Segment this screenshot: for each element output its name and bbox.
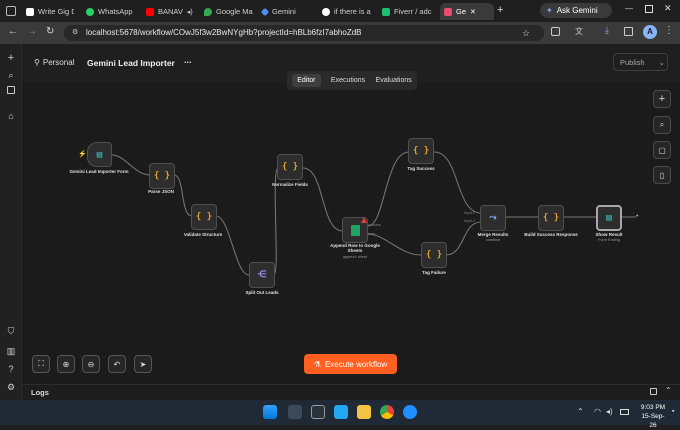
- node-sub-show: Form Ending: [598, 238, 620, 242]
- clock-date: 15-Sep-26: [641, 413, 665, 429]
- node-label-normalize: Normalize Fields: [272, 182, 308, 187]
- taskbar-clock[interactable]: 9:03 PM 15-Sep-26: [638, 403, 668, 430]
- node-label-split: Split Out Leads: [245, 290, 279, 295]
- panel-toggle-button[interactable]: ▯: [653, 166, 671, 184]
- add-node-button[interactable]: +: [653, 90, 671, 108]
- edge-label-error: error: [368, 232, 376, 236]
- node-label-append: Append Row to Google Sheets: [330, 243, 380, 253]
- node-build-response[interactable]: { }: [538, 205, 564, 231]
- node-parse-json[interactable]: { }: [149, 163, 175, 189]
- merge-icon: ⤳: [489, 213, 497, 223]
- sticky-note-button[interactable]: ▢: [653, 141, 671, 159]
- os-taskbar: ⌃ ◠ ◂) 9:03 PM 15-Sep-26 ▪: [0, 400, 680, 429]
- node-label-tagfailure: Tag Failure: [422, 270, 446, 275]
- google-sheets-icon: [350, 224, 360, 236]
- node-label-show: Show Result: [595, 232, 623, 237]
- node-show-result[interactable]: ▤: [596, 205, 622, 231]
- node-split-out[interactable]: ⋲: [249, 262, 275, 288]
- chrome-icon[interactable]: [380, 405, 394, 419]
- windows-start-icon[interactable]: [263, 405, 277, 419]
- node-validate-structure[interactable]: { }: [191, 204, 217, 230]
- clipboard-icon: ▤: [606, 213, 612, 223]
- zoom-out-button[interactable]: ⊖: [82, 355, 100, 373]
- logs-label: Logs: [31, 388, 49, 397]
- node-form-trigger[interactable]: ▤: [87, 142, 112, 167]
- notifications-icon[interactable]: ▪: [672, 408, 674, 415]
- output-connector-icon[interactable]: •: [636, 213, 638, 220]
- edge-label-input2: Input 2: [464, 219, 475, 223]
- node-label-parse: Parse JSON: [148, 189, 174, 194]
- node-tag-success[interactable]: { }: [408, 138, 434, 164]
- clock-time: 9:03 PM: [640, 404, 666, 411]
- edge-label-input1: Input 1: [464, 211, 475, 215]
- node-merge-results[interactable]: ⤳: [480, 205, 506, 231]
- canvas-search-button[interactable]: ⌕: [653, 116, 671, 134]
- zoom-in-button[interactable]: ⊕: [57, 355, 75, 373]
- clipboard-icon: ▤: [96, 149, 103, 160]
- search-taskbar-icon[interactable]: [288, 405, 302, 419]
- execute-workflow-button[interactable]: ⚗ Execute workflow: [304, 354, 397, 374]
- node-normalize-fields[interactable]: { }: [277, 154, 303, 180]
- node-sub-append: append: sheet: [342, 255, 368, 259]
- volume-icon[interactable]: ◂): [606, 407, 613, 416]
- trigger-lightning-icon: ⚡: [78, 151, 87, 158]
- task-view-icon[interactable]: [311, 405, 325, 419]
- node-label-form: Gemini Lead Importer Form: [69, 169, 129, 174]
- tray-chevron-icon[interactable]: ⌃: [577, 407, 584, 416]
- undo-button[interactable]: ↶: [108, 355, 126, 373]
- battery-icon[interactable]: [620, 409, 629, 415]
- fit-view-button[interactable]: ⛶: [32, 355, 50, 373]
- node-label-validate: Validate Structure: [183, 232, 223, 237]
- edge-label-success: success: [368, 223, 381, 227]
- file-explorer-icon[interactable]: [357, 405, 371, 419]
- logs-panel[interactable]: Logs ⌃: [22, 384, 680, 400]
- edge-icon[interactable]: [403, 405, 417, 419]
- node-sub-merge: combine: [485, 238, 501, 242]
- pointer-tool-button[interactable]: ➤: [134, 355, 152, 373]
- flask-icon: ⚗: [313, 359, 321, 369]
- node-label-merge: Merge Results: [477, 232, 509, 237]
- vscode-icon[interactable]: [334, 405, 348, 419]
- logs-expand-icon[interactable]: ⌃: [665, 386, 672, 395]
- split-icon: ⋲: [257, 270, 267, 280]
- node-label-tagsuccess: Tag Success: [407, 166, 435, 171]
- wifi-icon[interactable]: ◠: [594, 407, 601, 416]
- node-tag-failure[interactable]: { }: [421, 242, 447, 268]
- logs-popout-icon[interactable]: [650, 388, 657, 395]
- node-label-build: Build Success Response: [524, 232, 578, 237]
